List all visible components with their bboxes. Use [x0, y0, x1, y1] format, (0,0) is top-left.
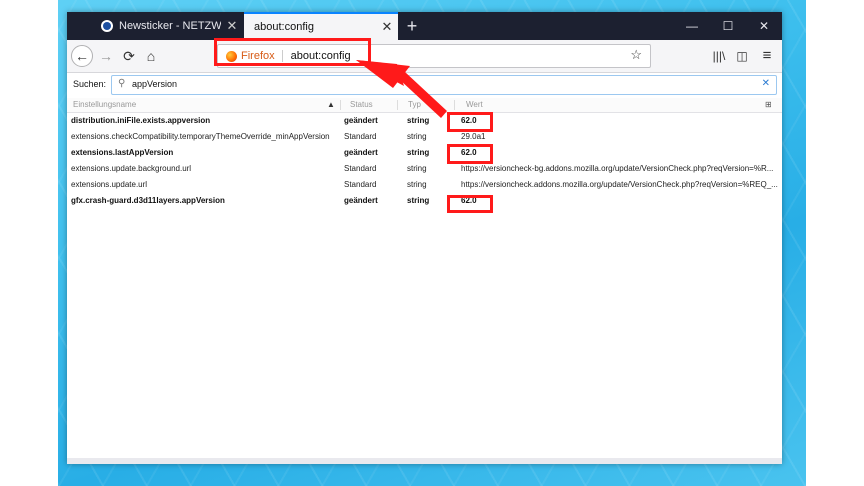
table-row[interactable]: distribution.iniFile.exists.appversion g… — [67, 113, 782, 129]
search-value[interactable]: appVersion — [132, 79, 177, 89]
sidebar-icon[interactable]: ◫ — [731, 45, 753, 67]
pref-type: string — [407, 116, 430, 125]
column-header-type[interactable]: Typ — [408, 100, 421, 109]
column-picker-icon[interactable]: ⊞ — [765, 100, 772, 109]
reload-button[interactable]: ⟳ — [118, 45, 140, 67]
pref-type: string — [407, 180, 427, 189]
window-bottom-strip — [67, 458, 782, 464]
pref-value: 62.0 — [461, 196, 477, 205]
tab-label: about:config — [254, 21, 314, 33]
table-row[interactable]: extensions.lastAppVersion geändert strin… — [67, 145, 782, 161]
pref-type: string — [407, 148, 430, 157]
table-row[interactable]: extensions.update.background.url Standar… — [67, 161, 782, 177]
search-input[interactable]: ⚲ appVersion ✕ — [111, 75, 777, 95]
firefox-window: Newsticker - NETZWELT ✕ about:config ✕ +… — [67, 12, 782, 464]
preferences-table: distribution.iniFile.exists.appversion g… — [67, 113, 782, 209]
sort-ascending-icon[interactable]: ▲ — [327, 100, 335, 109]
search-icon: ⚲ — [118, 78, 126, 89]
library-icon[interactable]: |||\ — [708, 45, 730, 67]
pref-type: string — [407, 132, 427, 141]
table-header: Einstellungsname ▲ Status Typ Wert ⊞ — [67, 98, 782, 113]
column-separator[interactable] — [454, 100, 455, 110]
column-header-status[interactable]: Status — [350, 100, 373, 109]
pref-value: https://versioncheck.addons.mozilla.org/… — [461, 180, 778, 189]
pref-name: gfx.crash-guard.d3d11layers.appVersion — [71, 196, 225, 205]
tab-close-icon[interactable]: ✕ — [376, 19, 398, 35]
pref-name: distribution.iniFile.exists.appversion — [71, 116, 211, 125]
pref-status: geändert — [344, 116, 378, 125]
pref-name: extensions.update.background.url — [71, 164, 192, 173]
column-separator[interactable] — [340, 100, 341, 110]
pref-status: Standard — [344, 164, 377, 173]
column-separator[interactable] — [397, 100, 398, 110]
pref-status: geändert — [344, 196, 378, 205]
pref-status: Standard — [344, 180, 377, 189]
forward-button[interactable]: → — [95, 45, 117, 67]
pref-value: https://versioncheck-bg.addons.mozilla.o… — [461, 164, 774, 173]
new-tab-button[interactable]: + — [401, 15, 423, 37]
pref-type: string — [407, 196, 430, 205]
tab-close-icon[interactable]: ✕ — [221, 18, 243, 34]
pref-value: 29.0a1 — [461, 132, 486, 141]
pref-status: geändert — [344, 148, 378, 157]
tab-label: Newsticker - NETZWELT — [119, 20, 221, 32]
close-window-button[interactable]: ✕ — [746, 12, 782, 40]
search-row: Suchen: ⚲ appVersion ✕ — [67, 73, 782, 97]
table-row[interactable]: extensions.checkCompatibility.temporaryT… — [67, 129, 782, 145]
bookmark-star-icon[interactable]: ☆ — [630, 47, 642, 63]
maximize-button[interactable]: ☐ — [710, 12, 746, 40]
value-highlight-box — [447, 195, 493, 213]
pref-value: 62.0 — [461, 148, 477, 157]
title-bar: Newsticker - NETZWELT ✕ about:config ✕ +… — [67, 12, 782, 40]
tab-newsticker[interactable]: Newsticker - NETZWELT ✕ — [91, 12, 243, 40]
pref-status: Standard — [344, 132, 377, 141]
pref-name: extensions.checkCompatibility.temporaryT… — [71, 132, 330, 141]
column-header-value[interactable]: Wert — [466, 100, 483, 109]
table-row[interactable]: gfx.crash-guard.d3d11layers.appVersion g… — [67, 193, 782, 209]
minimize-button[interactable]: — — [674, 12, 710, 40]
pref-type: string — [407, 164, 427, 173]
table-row[interactable]: extensions.update.url Standard string ht… — [67, 177, 782, 193]
tab-about-config[interactable]: about:config ✕ — [244, 12, 398, 40]
pref-name: extensions.update.url — [71, 180, 148, 189]
pref-name: extensions.lastAppVersion — [71, 148, 174, 157]
search-label: Suchen: — [73, 79, 107, 89]
value-highlight-box — [447, 144, 493, 164]
home-button[interactable]: ⌂ — [140, 45, 162, 67]
back-button[interactable]: ← — [71, 45, 93, 67]
value-highlight-box — [447, 112, 493, 132]
url-highlight-box — [214, 38, 371, 66]
clear-search-icon[interactable]: ✕ — [762, 78, 770, 89]
navigation-toolbar: ← → ⟳ ⌂ Firefox about:config ☆ |||\ ◫ ≡ — [67, 40, 782, 73]
pref-value: 62.0 — [461, 116, 477, 125]
column-header-name[interactable]: Einstellungsname — [73, 100, 136, 109]
netzwelt-favicon-icon — [101, 20, 113, 32]
hamburger-menu-icon[interactable]: ≡ — [756, 45, 778, 67]
